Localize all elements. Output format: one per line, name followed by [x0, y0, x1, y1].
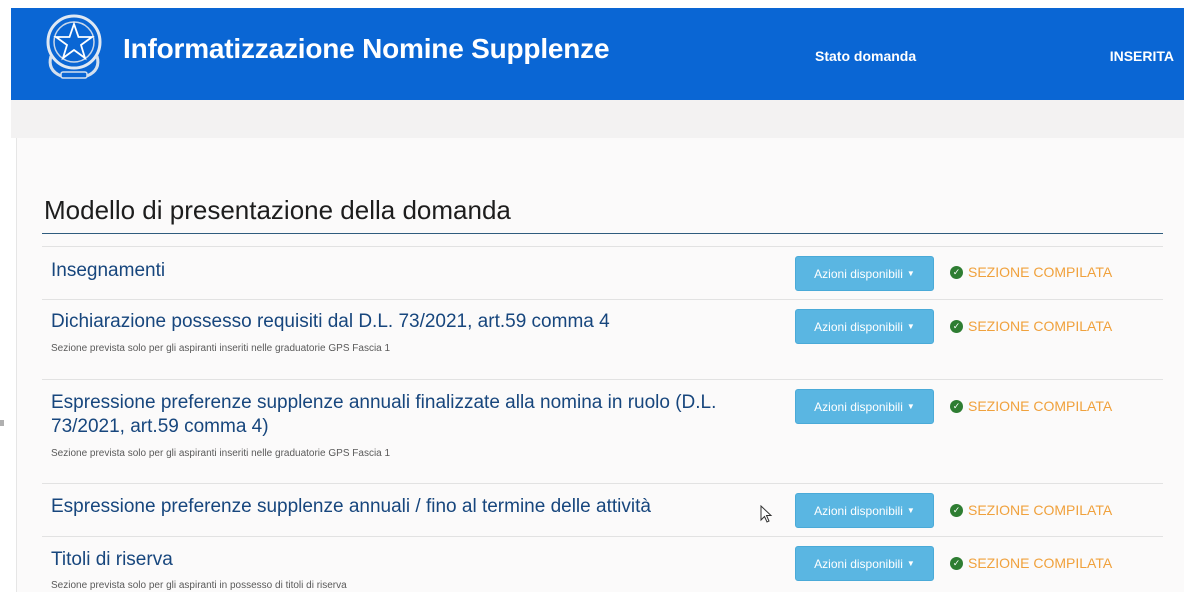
section-row-preferenze-ruolo: Espressione preferenze supplenze annuali… — [42, 379, 1163, 483]
button-label: Azioni disponibili — [814, 399, 903, 414]
caret-down-icon: ▼ — [906, 322, 915, 331]
header-spacer-band — [11, 100, 1184, 138]
check-circle-icon: ✓ — [950, 503, 963, 517]
italian-republic-emblem-icon — [46, 14, 102, 79]
section-subtitle: Sezione prevista solo per gli aspiranti … — [51, 580, 347, 591]
caret-down-icon: ▼ — [906, 269, 915, 278]
caret-down-icon: ▼ — [906, 506, 915, 515]
stato-domanda-value: INSERITA — [1109, 48, 1174, 64]
section-status: ✓ SEZIONE COMPILATA — [950, 398, 1112, 414]
check-circle-icon: ✓ — [950, 556, 963, 570]
section-subtitle: Sezione prevista solo per gli aspiranti … — [51, 343, 391, 354]
section-row-insegnamenti: Insegnamenti Azioni disponibili ▼ ✓ SEZI… — [42, 246, 1163, 299]
title-divider — [42, 233, 1163, 234]
section-row-dichiarazione: Dichiarazione possesso requisiti dal D.L… — [42, 299, 1163, 379]
app-title: Informatizzazione Nomine Supplenze — [123, 33, 610, 64]
status-label: SEZIONE COMPILATA — [968, 398, 1113, 414]
button-label: Azioni disponibili — [814, 556, 903, 571]
edge-artifact — [0, 420, 4, 426]
caret-down-icon: ▼ — [906, 559, 915, 568]
button-label: Azioni disponibili — [814, 503, 903, 518]
check-circle-icon: ✓ — [950, 319, 963, 333]
app-header: Informatizzazione Nomine Supplenze Stato… — [11, 8, 1184, 100]
section-title[interactable]: Espressione preferenze supplenze annuali… — [51, 495, 771, 519]
azioni-disponibili-button[interactable]: Azioni disponibili ▼ — [795, 493, 934, 528]
section-status: ✓ SEZIONE COMPILATA — [950, 318, 1112, 334]
status-label: SEZIONE COMPILATA — [968, 264, 1113, 280]
mouse-cursor-icon — [760, 505, 773, 523]
page-title: Modello di presentazione della domanda — [44, 195, 511, 225]
status-label: SEZIONE COMPILATA — [968, 555, 1113, 571]
section-subtitle: Sezione prevista solo per gli aspiranti … — [51, 448, 391, 459]
check-circle-icon: ✓ — [950, 265, 963, 279]
button-label: Azioni disponibili — [814, 266, 903, 281]
stato-domanda-label: Stato domanda — [815, 48, 917, 64]
azioni-disponibili-button[interactable]: Azioni disponibili ▼ — [795, 389, 934, 424]
section-status: ✓ SEZIONE COMPILATA — [950, 264, 1112, 280]
section-row-titoli-riserva: Titoli di riserva Sezione prevista solo … — [42, 536, 1163, 592]
azioni-disponibili-button[interactable]: Azioni disponibili ▼ — [795, 309, 934, 344]
status-label: SEZIONE COMPILATA — [968, 502, 1113, 518]
check-circle-icon: ✓ — [950, 399, 963, 413]
section-title[interactable]: Titoli di riserva — [51, 548, 771, 572]
section-status: ✓ SEZIONE COMPILATA — [950, 555, 1112, 571]
section-row-preferenze-annuali: Espressione preferenze supplenze annuali… — [42, 483, 1163, 536]
azioni-disponibili-button[interactable]: Azioni disponibili ▼ — [795, 256, 934, 291]
caret-down-icon: ▼ — [906, 402, 915, 411]
button-label: Azioni disponibili — [814, 319, 903, 334]
section-title[interactable]: Espressione preferenze supplenze annuali… — [51, 391, 771, 439]
section-title[interactable]: Dichiarazione possesso requisiti dal D.L… — [51, 310, 771, 334]
section-title[interactable]: Insegnamenti — [51, 259, 771, 283]
section-status: ✓ SEZIONE COMPILATA — [950, 502, 1112, 518]
azioni-disponibili-button[interactable]: Azioni disponibili ▼ — [795, 546, 934, 581]
status-label: SEZIONE COMPILATA — [968, 318, 1113, 334]
